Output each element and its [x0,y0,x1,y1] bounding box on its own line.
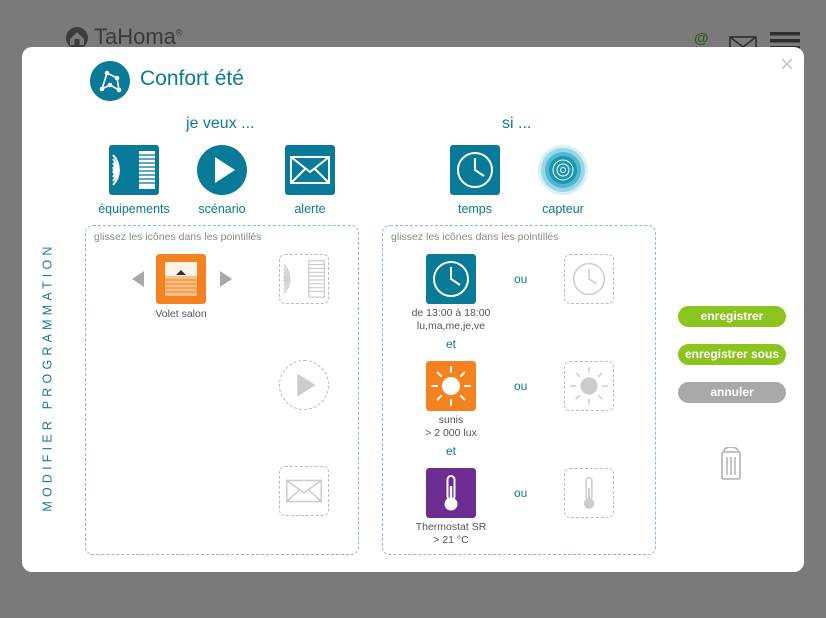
rule-thermostat-caption: Thermostat SR > 21 °C [415,521,487,546]
palette-label: capteur [542,202,584,216]
palette-time[interactable]: temps [430,145,520,218]
house-icon [66,27,88,49]
page-title: Confort été [140,67,244,90]
palette-label: équipements [98,202,170,216]
or-label: ou [514,379,528,393]
and-label: et [446,337,457,351]
conditions-drop-zone[interactable]: glissez les icônes dans les pointillés d… [382,225,656,555]
save-button[interactable]: enregistrer [678,306,786,327]
prev-arrow-icon[interactable] [132,271,144,287]
equipment-slot-icon[interactable] [279,254,329,304]
palette-equipment[interactable]: équipements [89,145,179,218]
shutter-equipment-icon [109,145,159,195]
trash-icon[interactable] [720,447,742,481]
program-modal: × MODIFIER PROGRAMMATION Confort été je … [22,47,804,572]
device-name: Volet salon [155,308,207,320]
play-scenario-icon [197,145,247,195]
palette-label: scénario [198,202,246,216]
rule-sun-caption: sunis > 2 000 lux [425,414,477,439]
thermometer-icon[interactable] [426,468,476,518]
actions-drop-zone[interactable]: glissez les icônes dans les pointillés V… [85,225,359,555]
clock-icon [450,145,500,195]
or-label: ou [514,272,528,286]
actions-header: je veux ... [186,115,255,132]
next-arrow-icon[interactable] [220,271,232,287]
app-topbar: TaHoma® @ [0,0,826,54]
alert-slot-icon[interactable] [279,466,329,516]
program-icon [90,61,130,101]
clock-icon[interactable] [426,254,476,304]
palette-scenario[interactable]: scénario [177,145,267,218]
at-icon[interactable]: @ [694,30,709,47]
sun-slot-icon[interactable] [564,361,614,411]
thermometer-slot-icon[interactable] [564,468,614,518]
envelope-alert-icon [285,145,335,195]
or-label: ou [514,486,528,500]
save-as-button[interactable]: enregistrer sous [678,344,786,365]
palette-sensor[interactable]: capteur [518,145,608,218]
palette-label: alerte [294,202,326,216]
palette-alert[interactable]: alerte [265,145,355,218]
side-label: MODIFIER PROGRAMMATION [41,242,55,512]
conditions-header: si ... [502,115,532,132]
palette-label: temps [457,202,493,216]
sun-icon[interactable] [426,361,476,411]
shutter-open-icon[interactable] [156,254,206,304]
clock-slot-icon[interactable] [564,254,614,304]
and-label: et [446,444,457,458]
sensor-wave-icon [538,145,588,195]
scenario-slot-icon[interactable] [279,360,329,410]
drop-hint: glissez les icônes dans les pointillés [391,231,559,243]
close-icon[interactable]: × [780,53,794,77]
drop-hint: glissez les icônes dans les pointillés [94,231,262,243]
cancel-button[interactable]: annuler [678,382,786,403]
rule-time-caption: de 13:00 à 18:00 lu,ma,me,je,ve [411,307,491,332]
